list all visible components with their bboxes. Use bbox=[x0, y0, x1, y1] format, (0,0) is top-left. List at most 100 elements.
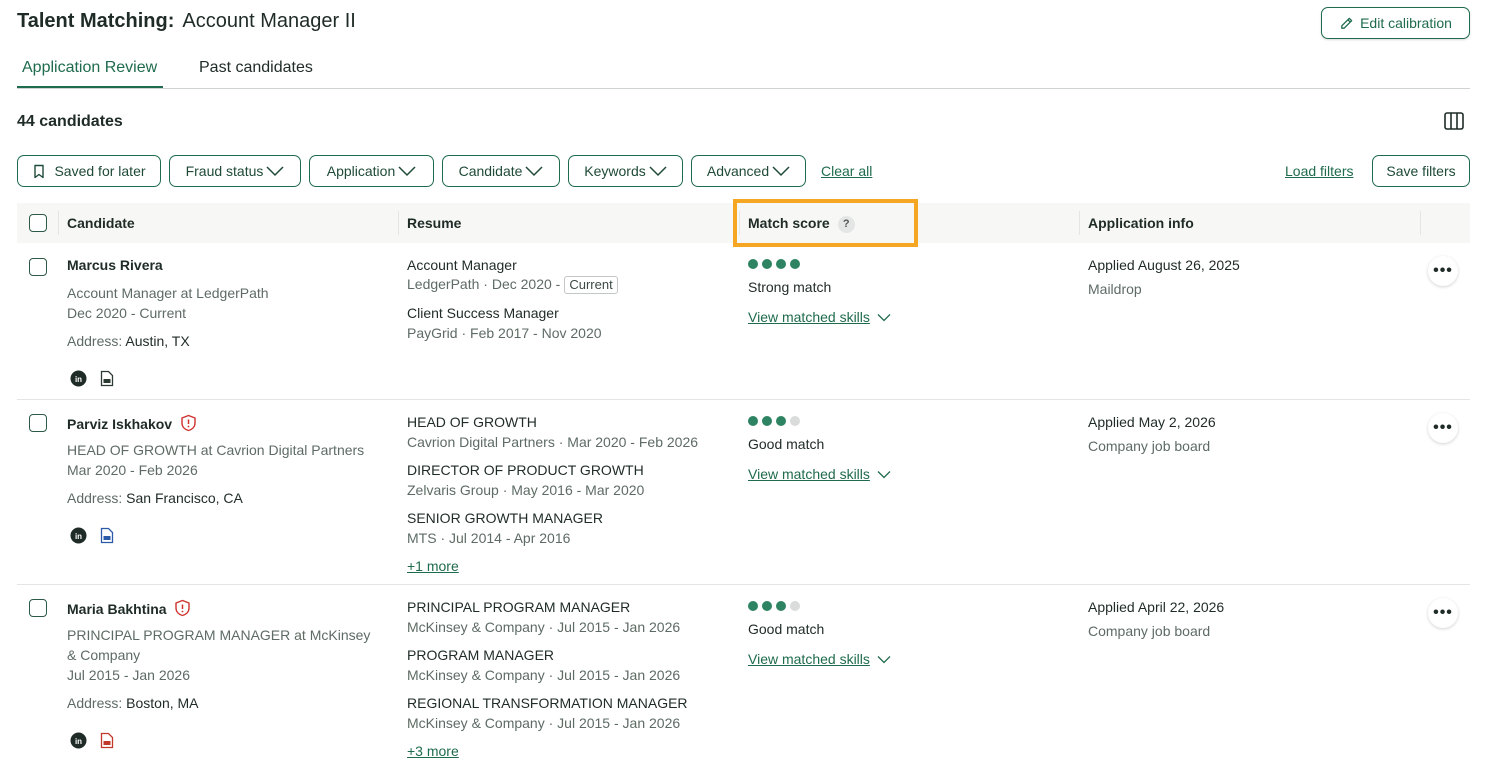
view-matched-skills-link[interactable]: View matched skills bbox=[748, 651, 891, 667]
view-matched-skills-link[interactable]: View matched skills bbox=[748, 309, 891, 325]
column-divider bbox=[58, 211, 59, 235]
match-label: Strong match bbox=[748, 279, 832, 295]
score-dot bbox=[790, 416, 800, 426]
resume-title: PRINCIPAL PROGRAM MANAGER bbox=[407, 599, 631, 615]
svg-text:in: in bbox=[75, 737, 82, 746]
edit-calibration-button[interactable]: Edit calibration bbox=[1321, 7, 1470, 39]
saved-for-later-button[interactable]: Saved for later bbox=[17, 155, 161, 187]
svg-text:in: in bbox=[75, 375, 82, 384]
linkedin-icon[interactable]: in bbox=[70, 732, 87, 754]
resume-detail: PayGrid · Feb 2017 - Nov 2020 bbox=[407, 325, 602, 341]
resume-file-icon[interactable] bbox=[100, 370, 114, 392]
more-actions-button[interactable]: ••• bbox=[1428, 413, 1458, 443]
skills-link-label: View matched skills bbox=[748, 309, 870, 325]
chevron-down-icon bbox=[877, 470, 891, 478]
table-row[interactable]: Parviz Iskhakov HEAD OF GROWTH at Cavrio… bbox=[17, 400, 1470, 585]
candidate-name[interactable]: Maria Bakhtina bbox=[67, 599, 191, 617]
chevron-down-icon bbox=[649, 166, 667, 177]
score-dot bbox=[762, 601, 772, 611]
filter-application[interactable]: Application bbox=[309, 155, 434, 187]
address-prefix: Address: bbox=[67, 490, 123, 506]
candidate-count: 44 candidates bbox=[17, 113, 123, 130]
show-more-link[interactable]: +1 more bbox=[407, 558, 459, 574]
resume-title: Account Manager bbox=[407, 257, 517, 273]
candidate-address: Address: Boston, MA bbox=[67, 695, 199, 711]
save-filters-label: Save filters bbox=[1386, 163, 1456, 179]
score-dot bbox=[790, 601, 800, 611]
row-checkbox[interactable] bbox=[29, 414, 47, 432]
application-source: Company job board bbox=[1088, 438, 1211, 454]
candidate-address: Address: San Francisco, CA bbox=[67, 490, 243, 506]
filter-fraud-status[interactable]: Fraud status bbox=[169, 155, 301, 187]
candidate-headline: HEAD OF GROWTH at Cavrion Digital Partne… bbox=[67, 442, 365, 458]
more-actions-button[interactable]: ••• bbox=[1428, 598, 1458, 628]
column-divider bbox=[1420, 211, 1421, 235]
filter-label: Candidate bbox=[458, 163, 523, 179]
edit-calibration-label: Edit calibration bbox=[1360, 15, 1452, 31]
chevron-down-icon bbox=[877, 655, 891, 663]
view-matched-skills-link[interactable]: View matched skills bbox=[748, 466, 891, 482]
score-dot bbox=[776, 259, 786, 269]
resume-detail-text: LedgerPath · Dec 2020 - bbox=[407, 276, 561, 292]
filter-label: Keywords bbox=[584, 163, 646, 179]
page-header: Talent Matching: Account Manager II bbox=[17, 10, 356, 33]
table-row[interactable]: Marcus Rivera Account Manager at LedgerP… bbox=[17, 243, 1470, 400]
candidate-name[interactable]: Marcus Rivera bbox=[67, 257, 163, 273]
tab-bar: Application Review Past candidates bbox=[16, 56, 1470, 89]
columns-icon[interactable] bbox=[1443, 111, 1465, 136]
address-value: San Francisco, CA bbox=[126, 490, 243, 506]
skills-link-label: View matched skills bbox=[748, 466, 870, 482]
column-header-application-info[interactable]: Application info bbox=[1088, 215, 1194, 231]
select-all-checkbox[interactable] bbox=[29, 214, 47, 232]
address-prefix: Address: bbox=[67, 333, 123, 349]
address-prefix: Address: bbox=[67, 695, 123, 711]
resume-detail: McKinsey & Company · Jul 2015 - Jan 2026 bbox=[407, 667, 681, 683]
score-dot bbox=[762, 259, 772, 269]
applied-date: Applied April 22, 2026 bbox=[1088, 599, 1225, 615]
job-title: Account Manager II bbox=[182, 10, 356, 32]
skills-link-label: View matched skills bbox=[748, 651, 870, 667]
score-dot bbox=[748, 259, 758, 269]
clear-all-link[interactable]: Clear all bbox=[821, 163, 872, 179]
candidate-name-text: Parviz Iskhakov bbox=[67, 416, 173, 432]
resume-detail: McKinsey & Company · Jul 2015 - Jan 2026 bbox=[407, 715, 681, 731]
column-header-candidate[interactable]: Candidate bbox=[67, 215, 135, 231]
score-dot bbox=[748, 416, 758, 426]
more-actions-button[interactable]: ••• bbox=[1428, 256, 1458, 286]
score-dot bbox=[762, 416, 772, 426]
application-source: Maildrop bbox=[1088, 281, 1142, 297]
tab-application-review[interactable]: Application Review bbox=[16, 59, 164, 88]
candidate-name[interactable]: Parviz Iskhakov bbox=[67, 414, 197, 432]
resume-title: Client Success Manager bbox=[407, 305, 559, 321]
filter-advanced[interactable]: Advanced bbox=[691, 155, 806, 187]
row-checkbox[interactable] bbox=[29, 599, 47, 617]
tab-past-candidates[interactable]: Past candidates bbox=[199, 59, 313, 77]
filter-candidate[interactable]: Candidate bbox=[442, 155, 560, 187]
row-checkbox[interactable] bbox=[29, 258, 47, 276]
resume-title: DIRECTOR OF PRODUCT GROWTH bbox=[407, 462, 644, 478]
fraud-warning-icon[interactable] bbox=[174, 599, 191, 617]
candidate-dates: Dec 2020 - Current bbox=[67, 305, 187, 321]
saved-for-later-label: Saved for later bbox=[54, 163, 146, 179]
column-header-resume[interactable]: Resume bbox=[407, 215, 461, 231]
application-source: Company job board bbox=[1088, 623, 1211, 639]
save-filters-button[interactable]: Save filters bbox=[1372, 155, 1470, 187]
match-score-dots bbox=[748, 259, 804, 269]
score-dot bbox=[790, 259, 800, 269]
linkedin-icon[interactable]: in bbox=[70, 370, 87, 392]
candidate-name-text: Maria Bakhtina bbox=[67, 601, 167, 617]
bookmark-icon bbox=[34, 164, 45, 178]
page-title: Talent Matching: bbox=[17, 10, 175, 32]
load-filters-link[interactable]: Load filters bbox=[1285, 163, 1353, 179]
resume-detail: Zelvaris Group · May 2016 - Mar 2020 bbox=[407, 482, 645, 498]
fraud-warning-icon[interactable] bbox=[180, 414, 197, 432]
resume-detail: MTS · Jul 2014 - Apr 2016 bbox=[407, 530, 571, 546]
filter-keywords[interactable]: Keywords bbox=[568, 155, 683, 187]
linkedin-icon[interactable]: in bbox=[70, 527, 87, 549]
match-score-dots bbox=[748, 416, 804, 426]
table-row[interactable]: Maria Bakhtina PRINCIPAL PROGRAM MANAGER… bbox=[17, 585, 1470, 767]
resume-file-icon[interactable] bbox=[100, 732, 114, 754]
resume-file-icon[interactable] bbox=[100, 527, 114, 549]
resume-title: REGIONAL TRANSFORMATION MANAGER bbox=[407, 695, 688, 711]
show-more-link[interactable]: +3 more bbox=[407, 743, 459, 759]
